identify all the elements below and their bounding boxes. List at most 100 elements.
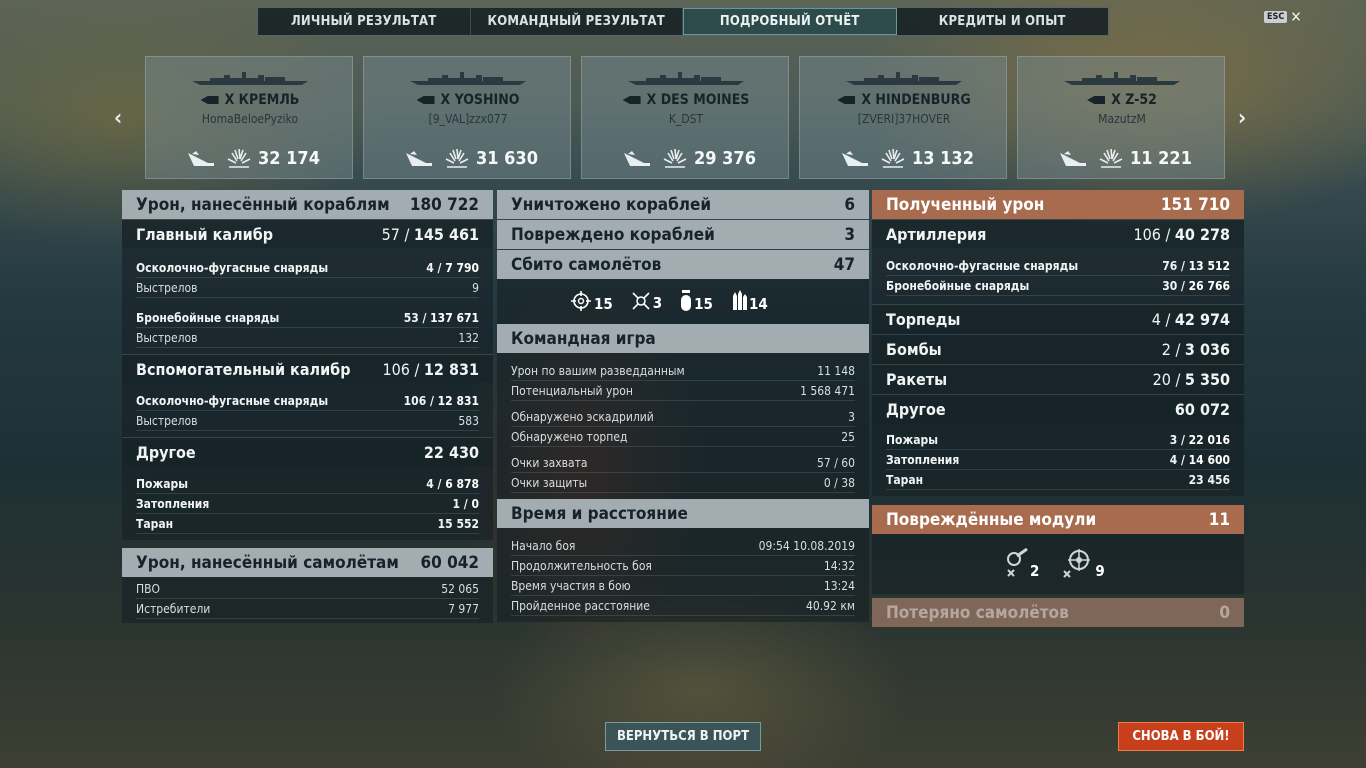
rockets-header: Ракеты 20 / 5 350 — [872, 364, 1244, 394]
sunk-ship-icon — [406, 151, 432, 166]
list-item: Потенциальный урон 1 568 471 — [511, 381, 855, 401]
ship-name: X HINDENBURG — [800, 92, 1008, 108]
ship-damage-value: 29 376 — [694, 147, 756, 169]
damage-burst-icon — [227, 148, 251, 168]
bombs-header: Бомбы 2 / 3 036 — [872, 334, 1244, 364]
ship-silhouette-icon — [846, 72, 962, 85]
sunk-ship-icon — [842, 151, 868, 166]
ship-name: X DES MOINES — [582, 92, 790, 108]
list-item: ПВО 52 065 — [136, 579, 479, 599]
list-item: Бронебойные снаряды 30 / 26 766 — [886, 276, 1230, 296]
lost-planes-header: Потеряно самолётов 0 — [872, 598, 1244, 627]
damaged-ships-header: Повреждено кораблей 3 — [497, 220, 869, 249]
esc-close-button[interactable]: ESC ✕ — [1264, 10, 1302, 25]
ship-damage-value: 11 221 — [1130, 147, 1192, 169]
list-item: Обнаружено эскадрилий 3 — [511, 407, 855, 427]
player-name: MazutzM — [1098, 112, 1146, 126]
damage-burst-icon — [663, 148, 687, 168]
ship-card[interactable]: X Z-52 MazutzM 11 221 — [1017, 56, 1225, 179]
left-panel: Урон, нанесённый кораблям 180 722 Главный… — [122, 190, 493, 623]
tab-detailed-report[interactable]: ПОДРОБНЫЙ ОТЧЁТ — [683, 8, 897, 35]
main-battery-rows: Осколочно-фугасные снаряды 4 / 7 790 Выст… — [122, 248, 493, 354]
sunk-ship-icon — [1060, 151, 1086, 166]
next-arrow-icon[interactable]: › — [1238, 106, 1246, 131]
ship-damage-value: 32 174 — [258, 147, 320, 169]
other-damage-rows: Пожары 4 / 6 878 Затопления 1 / 0 Таран 15 … — [122, 466, 493, 540]
damage-burst-icon — [1099, 148, 1123, 168]
ship-class-icon — [622, 96, 641, 104]
report-tabs: ЛИЧНЫЙ РЕЗУЛЬТАТ КОМАНДНЫЙ РЕЗУЛЬТАТ ПОД… — [257, 7, 1109, 36]
tab-personal[interactable]: ЛИЧНЫЙ РЕЗУЛЬТАТ — [258, 8, 471, 35]
steering-module-icon: 9 — [1061, 548, 1105, 580]
damage-burst-icon — [445, 148, 469, 168]
list-item: Начало боя 09:54 10.08.2019 — [511, 536, 855, 556]
list-item: Выстрелов 9 — [136, 278, 479, 298]
damaged-modules-header: Повреждённые модули 11 — [872, 505, 1244, 534]
ship-stats: 29 376 — [622, 147, 756, 169]
ship-stats: 31 630 — [404, 147, 538, 169]
tab-credits-xp[interactable]: КРЕДИТЫ И ОПЫТ — [897, 8, 1109, 35]
ship-card[interactable]: X HINDENBURG [ZVERI]37HOVER 13 132 — [799, 56, 1007, 179]
ship-class-icon — [1087, 96, 1106, 104]
torpedo-hits-icon: 3 — [631, 291, 662, 311]
list-item: Продолжительность боя 14:32 — [511, 556, 855, 576]
return-to-port-button[interactable]: ВЕРНУТЬСЯ В ПОРТ — [605, 722, 761, 751]
plane-damage-rows: ПВО 52 065 Истребители 7 977 — [122, 577, 493, 623]
list-item: Осколочно-фугасные снаряды 106 / 12 831 — [136, 391, 479, 411]
list-item: Выстрелов 583 — [136, 411, 479, 431]
bomb-hits-icon: 15 — [680, 290, 713, 312]
main-battery-hits: 57 / — [381, 224, 414, 244]
secondary-battery-rows: Осколочно-фугасные снаряды 106 / 12 831 В… — [122, 383, 493, 437]
ship-damage-label: Урон, нанесённый кораблям — [136, 194, 390, 215]
team-play-header: Командная игра — [497, 324, 869, 353]
list-item: Осколочно-фугасные снаряды 4 / 7 790 — [136, 258, 479, 278]
ship-card[interactable]: X YOSHINO [9_VAL]zzx077 31 630 — [363, 56, 571, 179]
ship-silhouette-icon — [1064, 72, 1180, 85]
ship-silhouette-icon — [192, 72, 308, 85]
artillery-rows: Осколочно-фугасные снаряды 76 / 13 512 Бр… — [872, 248, 1244, 304]
ship-damage-header: Урон, нанесённый кораблям 180 722 — [122, 190, 493, 219]
list-item: Пройденное расстояние 40.92 км — [511, 596, 855, 616]
list-item: Таран 15 552 — [136, 514, 479, 534]
ship-card[interactable]: X DES MOINES K_DST 29 376 — [581, 56, 789, 179]
center-panel: Уничтожено кораблей 6 Повреждено кораблей… — [497, 190, 869, 622]
torpedoes-header: Торпеды 4 / 42 974 — [872, 304, 1244, 334]
ship-damage-value: 31 630 — [476, 147, 538, 169]
other-damage-header: Другое 22 430 — [122, 437, 493, 466]
ship-class-icon — [837, 96, 856, 104]
ship-card[interactable]: X КРЕМЛЬ HomaBeloePyziko 32 174 — [145, 56, 353, 179]
hit-icons: 15 3 15 14 — [570, 290, 768, 312]
ship-class-icon — [416, 96, 435, 104]
main-battery-value: 145 461 — [413, 224, 479, 244]
right-panel: Полученный урон 151 710 Артиллерия 106 / 4… — [872, 190, 1244, 627]
tab-team[interactable]: КОМАНДНЫЙ РЕЗУЛЬТАТ — [471, 8, 683, 35]
prev-arrow-icon[interactable]: ‹ — [114, 106, 122, 131]
plane-damage-header: Урон, нанесённый самолётам 60 042 — [122, 548, 493, 577]
time-distance-rows: Начало боя 09:54 10.08.2019 Продолжительн… — [497, 528, 869, 622]
player-name: K_DST — [668, 112, 704, 126]
artillery-header: Артиллерия 106 / 40 278 — [872, 219, 1244, 248]
other-received-header: Другое 60 072 — [872, 394, 1244, 424]
ship-damage-value: 13 132 — [912, 147, 974, 169]
list-item: Очки защиты 0 / 38 — [511, 473, 855, 493]
sunk-ship-icon — [188, 151, 214, 166]
sunk-ship-icon — [624, 151, 650, 166]
rocket-hits-icon: 14 — [731, 290, 768, 312]
list-item: Выстрелов 132 — [136, 328, 479, 348]
list-item: Обнаружено торпед 25 — [511, 427, 855, 447]
player-name: HomaBeloePyziko — [201, 112, 299, 126]
ship-name: X Z-52 — [1018, 92, 1226, 108]
secondary-battery-header: Вспомогательный калибр 106 / 12 831 — [122, 354, 493, 383]
planes-shot-header: Сбито самолётов 47 — [497, 250, 869, 279]
battle-again-button[interactable]: СНОВА В БОЙ! — [1118, 722, 1244, 751]
player-name: [ZVERI]37HOVER — [857, 112, 951, 126]
list-item: Очки захвата 57 / 60 — [511, 453, 855, 473]
team-play-rows: Урон по вашим разведданным 11 148 Потенци… — [497, 353, 869, 499]
ship-stats: 32 174 — [186, 147, 320, 169]
list-item: Истребители 7 977 — [136, 599, 479, 619]
list-item: Урон по вашим разведданным 11 148 — [511, 361, 855, 381]
ship-name: X YOSHINO — [364, 92, 572, 108]
list-item: Осколочно-фугасные снаряды 76 / 13 512 — [886, 256, 1230, 276]
time-distance-header: Время и расстояние — [497, 499, 869, 528]
list-item: Затопления 1 / 0 — [136, 494, 479, 514]
